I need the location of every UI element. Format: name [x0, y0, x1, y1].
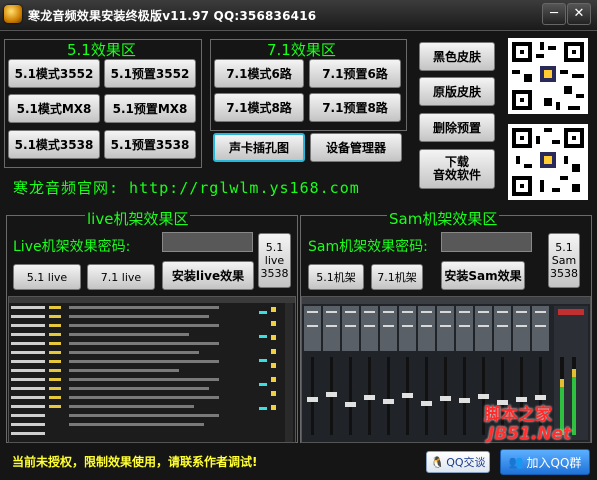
preset-mx8-button[interactable]: 5.1预置MX8 [104, 94, 196, 123]
mode-mx8-button[interactable]: 5.1模式MX8 [8, 94, 100, 123]
sam-side-line2: Sam [551, 254, 577, 267]
close-button[interactable]: ✕ [567, 3, 591, 25]
window-title: 寒龙音频效果安装终极版v11.97 QQ:356836416 [28, 9, 317, 23]
install-sam-button[interactable]: 安装Sam效果 [441, 261, 525, 290]
join-qq-group-label: 加入QQ群 [526, 455, 582, 470]
soundcard-jack-button[interactable]: 声卡插孔图 [213, 133, 305, 162]
preset-8ch-button[interactable]: 7.1预置8路 [309, 93, 401, 122]
black-skin-button[interactable]: 黑色皮肤 [419, 42, 495, 71]
qq-chat-button[interactable]: 🐧 QQ交谈 [426, 451, 490, 473]
watermark-line2: JB51.Net [488, 424, 572, 444]
live-rack-preview-image [9, 297, 295, 442]
title-bar: 寒龙音频效果安装终极版v11.97 QQ:356836416 ─ ✕ [0, 0, 597, 31]
watermark-line1: 脚本之家 [484, 405, 552, 425]
panel-live-title: live机架效果区 [85, 208, 191, 229]
panel-51-title: 5.1效果区 [67, 41, 136, 59]
sam-51-button[interactable]: 5.1机架 [308, 264, 364, 290]
preset-6ch-button[interactable]: 7.1预置6路 [309, 59, 401, 88]
qq-group-icon: 👥 [508, 455, 524, 469]
sam-side-button[interactable]: 5.1 Sam 3538 [548, 233, 580, 288]
panel-sam-title: Sam机架效果区 [387, 208, 500, 229]
qr-code-top-icon [508, 38, 588, 114]
preset-3538-button[interactable]: 5.1预置3538 [104, 130, 196, 159]
sam-side-line1: 5.1 [555, 241, 573, 254]
mode-3552-button[interactable]: 5.1模式3552 [8, 59, 100, 88]
device-manager-button[interactable]: 设备管理器 [310, 133, 402, 162]
live-side-line1: 5.1 [265, 241, 284, 254]
sam-password-input[interactable] [441, 232, 532, 252]
delete-preset-button[interactable]: 删除预置 [419, 113, 495, 142]
minimize-button[interactable]: ─ [542, 3, 566, 25]
preset-3552-button[interactable]: 5.1预置3552 [104, 59, 196, 88]
original-skin-button[interactable]: 原版皮肤 [419, 77, 495, 106]
join-qq-group-button[interactable]: 👥 加入QQ群 [500, 449, 590, 475]
mode-6ch-button[interactable]: 7.1模式6路 [214, 59, 304, 88]
live-password-input[interactable] [162, 232, 253, 252]
live-side-line3: 3538 [260, 267, 289, 280]
main-area: 5.1效果区 5.1模式3552 5.1预置3552 5.1模式MX8 5.1预… [0, 31, 597, 480]
panel-71-title: 7.1效果区 [267, 41, 336, 59]
qr-code-top [508, 38, 588, 114]
download-software-button[interactable]: 下载 音效软件 [419, 149, 495, 189]
live-side-line2: live [264, 254, 285, 267]
live-rack-preview [8, 296, 296, 443]
live-password-label: Live机架效果密码: [13, 239, 131, 255]
qr-code-bottom [508, 124, 588, 200]
install-live-button[interactable]: 安装live效果 [162, 261, 254, 290]
mode-3538-button[interactable]: 5.1模式3538 [8, 130, 100, 159]
live-71-button[interactable]: 7.1 live [87, 264, 155, 290]
mode-8ch-button[interactable]: 7.1模式8路 [214, 93, 304, 122]
qq-penguin-icon: 🐧 [430, 455, 445, 469]
sam-side-line3: 3538 [550, 267, 578, 280]
app-icon [4, 5, 22, 23]
status-message: 当前未授权，限制效果使用，请联系作者调试! [12, 455, 258, 469]
live-51-button[interactable]: 5.1 live [13, 264, 81, 290]
download-label-line2: 音效软件 [432, 168, 481, 182]
live-side-button[interactable]: 5.1 live 3538 [258, 233, 291, 288]
sam-71-button[interactable]: 7.1机架 [371, 264, 423, 290]
qq-chat-label: QQ交谈 [446, 456, 486, 469]
sam-password-label: Sam机架效果密码: [308, 239, 428, 255]
website-link[interactable]: 寒龙音频官网: http://rglwlm.ys168.com [13, 177, 360, 198]
qr-code-bottom-icon [508, 124, 588, 200]
